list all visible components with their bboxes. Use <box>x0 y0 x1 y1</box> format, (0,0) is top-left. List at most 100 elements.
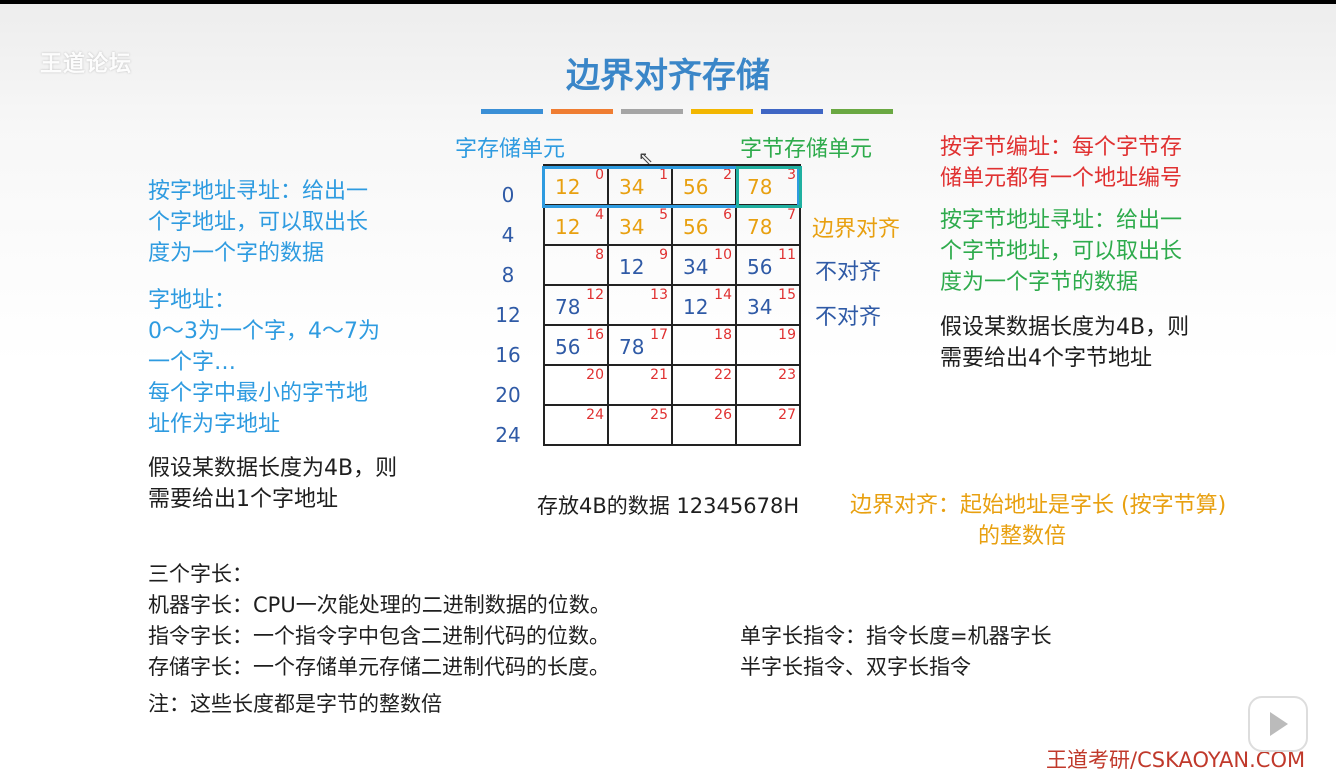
cell-value: 78 <box>747 215 773 239</box>
byte-address-label: 17 <box>650 327 668 343</box>
memory-cell: 78 17 <box>607 324 673 366</box>
text-line: 假设某数据长度为4B，则 <box>940 315 1190 340</box>
byte-address-label: 25 <box>650 407 668 423</box>
memory-cell: 78 7 <box>735 204 801 246</box>
byte-address-label: 9 <box>659 247 668 263</box>
word-address-label: 24 <box>495 423 521 447</box>
memory-row: 78 12 13 12 14 34 15 <box>543 284 801 326</box>
memory-cell: 12 9 <box>607 244 673 286</box>
byte-address-label: 21 <box>650 367 668 383</box>
memory-cell: 20 <box>543 364 609 406</box>
memory-cell: 34 10 <box>671 244 737 286</box>
cell-value: 12 <box>619 255 645 279</box>
byte-address-label: 23 <box>778 367 796 383</box>
text-line: 度为一个字节的数据 <box>940 270 1139 295</box>
memory-cell: 56 6 <box>671 204 737 246</box>
accent-bar <box>761 109 823 114</box>
cell-value: 34 <box>683 255 709 279</box>
byte-address-label: 19 <box>778 327 796 343</box>
note-text: 注：这些长度都是字节的整数倍 <box>148 692 442 716</box>
text-line: 个字地址，可以取出长 <box>148 210 369 235</box>
text-line: 三个字长： <box>148 562 253 586</box>
text-line: 的整数倍 <box>978 524 1067 549</box>
cell-value: 34 <box>619 215 645 239</box>
accent-bar <box>551 109 613 114</box>
aligned-note: 边界对齐 <box>812 217 901 242</box>
byte-unit-label: 字节存储单元 <box>740 137 873 162</box>
text-line: 按字节编址：每个字节存 <box>940 135 1183 160</box>
instruction-length-text: 单字长指令：指令长度=机器字长 半字长指令、双字长指令 <box>740 621 1052 683</box>
memory-row: 56 16 78 17 18 19 <box>543 324 801 366</box>
text-line: 度为一个字的数据 <box>148 241 325 266</box>
page-title: 边界对齐存储 <box>566 56 770 96</box>
text-line: 0～3为一个字，4～7为 <box>148 319 380 344</box>
memory-row: 24 25 26 27 <box>543 404 801 446</box>
memory-cell: 22 <box>671 364 737 406</box>
memory-cell: 78 12 <box>543 284 609 326</box>
byte-address-label: 4 <box>595 207 604 223</box>
text-line: 每个字中最小的字节地 <box>148 381 369 406</box>
left-assume-text: 假设某数据长度为4B，则 需要给出1个字地址 <box>148 453 397 515</box>
accent-bar <box>831 109 893 114</box>
memory-cell: 18 <box>671 324 737 366</box>
byte-highlight-box <box>736 166 802 208</box>
memory-cell: 13 <box>607 284 673 326</box>
text-line: 存储字长：一个存储单元存储二进制代码的长度。 <box>148 655 610 679</box>
text-line: 需要给出4个字节地址 <box>940 346 1152 371</box>
byte-address-label: 26 <box>714 407 732 423</box>
cell-value: 12 <box>683 295 709 319</box>
byte-address-label: 20 <box>586 367 604 383</box>
byte-address-label: 11 <box>778 247 796 263</box>
diagram-caption: 存放4B的数据 12345678H <box>537 494 800 518</box>
alignment-definition: 边界对齐：起始地址是字长 (按字节算) 的整数倍 <box>850 490 1226 552</box>
text-line: 个字节地址，可以取出长 <box>940 239 1183 264</box>
text-line: 储单元都有一个地址编号 <box>940 166 1183 191</box>
play-button-icon[interactable] <box>1248 696 1308 752</box>
text-line: 单字长指令：指令长度=机器字长 <box>740 624 1052 648</box>
byte-address-label: 15 <box>778 287 796 303</box>
accent-bar <box>481 109 543 114</box>
byte-address-label: 27 <box>778 407 796 423</box>
text-line: 假设某数据长度为4B，则 <box>148 456 398 481</box>
slide: 王道论坛 边界对齐存储 按字地址寻址：给出一 个字地址，可以取出长 度为一个字的… <box>0 4 1336 771</box>
cell-value: 34 <box>747 295 773 319</box>
memory-row: 20 21 22 23 <box>543 364 801 406</box>
word-unit-label: 字存储单元 <box>455 137 566 162</box>
word-address-label: 16 <box>495 343 521 367</box>
text-line: 机器字长：CPU一次能处理的二进制数据的位数。 <box>148 593 611 617</box>
byte-numbering-text: 按字节编址：每个字节存 储单元都有一个地址编号 <box>940 132 1182 194</box>
word-addr-desc: 字地址： 0～3为一个字，4～7为 一个字… 每个字中最小的字节地 址作为字地址 <box>148 285 380 440</box>
word-address-text: 按字地址寻址：给出一 个字地址，可以取出长 度为一个字的数据 <box>148 176 368 269</box>
text-line: 字地址： <box>148 288 237 313</box>
byte-address-text: 按字节地址寻址：给出一 个字节地址，可以取出长 度为一个字节的数据 <box>940 205 1182 298</box>
memory-cell: 12 4 <box>543 204 609 246</box>
word-address-label: 0 <box>501 183 515 207</box>
byte-address-label: 7 <box>787 207 796 223</box>
memory-cell: 56 16 <box>543 324 609 366</box>
cell-value: 12 <box>555 215 581 239</box>
text-line: 边界对齐：起始地址是字长 (按字节算) <box>850 493 1227 518</box>
byte-address-label: 16 <box>586 327 604 343</box>
cell-value: 56 <box>555 335 581 359</box>
word-length-list: 三个字长： 机器字长：CPU一次能处理的二进制数据的位数。 指令字长：一个指令字… <box>148 559 611 683</box>
text-line: 址作为字地址 <box>148 412 281 437</box>
byte-address-label: 13 <box>650 287 668 303</box>
memory-row: 8 12 9 34 10 56 11 <box>543 244 801 286</box>
memory-cell: 34 15 <box>735 284 801 326</box>
byte-address-label: 14 <box>714 287 732 303</box>
memory-cell: 25 <box>607 404 673 446</box>
memory-cell: 12 14 <box>671 284 737 326</box>
word-address-label: 8 <box>501 263 515 287</box>
memory-cell: 56 11 <box>735 244 801 286</box>
byte-address-label: 12 <box>586 287 604 303</box>
byte-address-label: 18 <box>714 327 732 343</box>
memory-cell: 24 <box>543 404 609 446</box>
memory-cell: 8 <box>543 244 609 286</box>
right-assume-text: 假设某数据长度为4B，则 需要给出4个字节地址 <box>940 312 1189 374</box>
text-line: 按字节地址寻址：给出一 <box>940 208 1183 233</box>
memory-cell: 23 <box>735 364 801 406</box>
cell-value: 78 <box>555 295 581 319</box>
accent-bar <box>691 109 753 114</box>
byte-address-label: 6 <box>723 207 732 223</box>
byte-address-label: 10 <box>714 247 732 263</box>
